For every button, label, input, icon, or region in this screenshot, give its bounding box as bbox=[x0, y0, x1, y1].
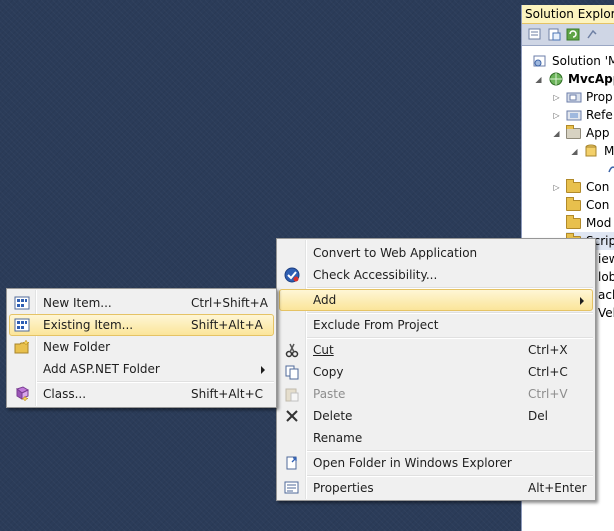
copy-icon bbox=[283, 364, 301, 380]
solution-explorer-title: Solution Explorer bbox=[522, 5, 614, 24]
menu-item-add[interactable]: Add bbox=[279, 289, 593, 311]
expanded-arrow-icon[interactable]: ◢ bbox=[534, 75, 543, 84]
scissors-icon bbox=[283, 342, 301, 358]
properties-icon bbox=[283, 480, 301, 496]
menu-item-cut[interactable]: Cut Ctrl+X bbox=[279, 339, 593, 361]
tree-node-database[interactable]: ◢ M bbox=[570, 142, 614, 160]
show-all-files-icon[interactable] bbox=[527, 27, 543, 42]
web-project-icon bbox=[548, 72, 564, 86]
submenu-item-class[interactable]: Class... Shift+Alt+C bbox=[9, 383, 274, 405]
menu-item-delete[interactable]: Delete Del bbox=[279, 405, 593, 427]
tree-node-controllers[interactable]: Con bbox=[566, 196, 609, 214]
tree-node-packages[interactable]: ack bbox=[598, 286, 614, 304]
tree-node-references[interactable]: ▷ Refe bbox=[552, 106, 612, 124]
tree-node-log-file[interactable] bbox=[606, 160, 614, 178]
database-icon bbox=[584, 144, 600, 158]
folder-icon bbox=[566, 178, 582, 194]
menu-item-check-accessibility[interactable]: Check Accessibility... bbox=[279, 264, 593, 286]
submenu-arrow-icon bbox=[261, 366, 265, 374]
view-class-diagram-icon[interactable] bbox=[584, 27, 600, 42]
submenu-item-existing-item[interactable]: Existing Item... Shift+Alt+A bbox=[9, 314, 274, 336]
references-icon bbox=[566, 108, 582, 122]
expanded-arrow-icon[interactable]: ◢ bbox=[570, 147, 579, 156]
tree-node-global[interactable]: lob bbox=[598, 268, 614, 286]
menu-item-convert-to-web-application[interactable]: Convert to Web Application bbox=[279, 242, 593, 264]
solution-icon bbox=[532, 54, 548, 68]
menu-item-open-folder-in-windows-explorer[interactable]: Open Folder in Windows Explorer bbox=[279, 452, 593, 474]
tree-node-models[interactable]: Mod bbox=[566, 214, 611, 232]
properties-toolbar-icon[interactable] bbox=[546, 27, 562, 42]
submenu-item-new-item[interactable]: New Item... Ctrl+Shift+A bbox=[9, 292, 274, 314]
project-context-menu: Convert to Web Application Check Accessi… bbox=[276, 238, 596, 501]
new-item-icon bbox=[13, 295, 31, 311]
accessibility-icon bbox=[283, 267, 301, 283]
menu-item-exclude-from-project[interactable]: Exclude From Project bbox=[279, 314, 593, 336]
delete-x-icon bbox=[283, 408, 301, 424]
existing-item-icon bbox=[13, 317, 31, 333]
folder-icon bbox=[566, 196, 582, 212]
properties-folder-icon bbox=[566, 90, 582, 104]
paste-icon bbox=[283, 386, 301, 402]
tree-node-app-data[interactable]: ◢ App bbox=[552, 124, 609, 142]
solution-explorer-toolbar bbox=[522, 24, 614, 46]
expanded-arrow-icon[interactable]: ◢ bbox=[552, 129, 561, 138]
log-file-icon bbox=[606, 162, 614, 176]
folder-open-icon bbox=[566, 124, 582, 140]
menu-item-paste[interactable]: Paste Ctrl+V bbox=[279, 383, 593, 405]
tree-node-solution[interactable]: Solution 'M bbox=[532, 52, 614, 70]
add-submenu: New Item... Ctrl+Shift+A Existing Item..… bbox=[6, 288, 277, 408]
tree-node-content[interactable]: ▷ Con bbox=[552, 178, 609, 196]
class-icon bbox=[13, 386, 31, 402]
tree-node-project[interactable]: ◢ MvcApp bbox=[534, 70, 614, 88]
submenu-item-add-aspnet-folder[interactable]: Add ASP.NET Folder bbox=[9, 358, 274, 380]
menu-item-properties[interactable]: Properties Alt+Enter bbox=[279, 477, 593, 499]
folder-icon bbox=[566, 214, 582, 230]
collapsed-arrow-icon[interactable]: ▷ bbox=[552, 93, 561, 102]
menu-item-rename[interactable]: Rename bbox=[279, 427, 593, 449]
collapsed-arrow-icon[interactable]: ▷ bbox=[552, 183, 561, 192]
new-folder-icon bbox=[13, 339, 31, 355]
menu-item-copy[interactable]: Copy Ctrl+C bbox=[279, 361, 593, 383]
collapsed-arrow-icon[interactable]: ▷ bbox=[552, 111, 561, 120]
tree-node-web-config[interactable]: Vel bbox=[598, 304, 614, 322]
refresh-icon[interactable] bbox=[565, 27, 581, 42]
tree-node-properties[interactable]: ▷ Prop bbox=[552, 88, 612, 106]
submenu-arrow-icon bbox=[580, 297, 584, 305]
tree-node-views[interactable]: iew bbox=[598, 250, 614, 268]
submenu-item-new-folder[interactable]: New Folder bbox=[9, 336, 274, 358]
open-folder-icon bbox=[283, 455, 301, 471]
